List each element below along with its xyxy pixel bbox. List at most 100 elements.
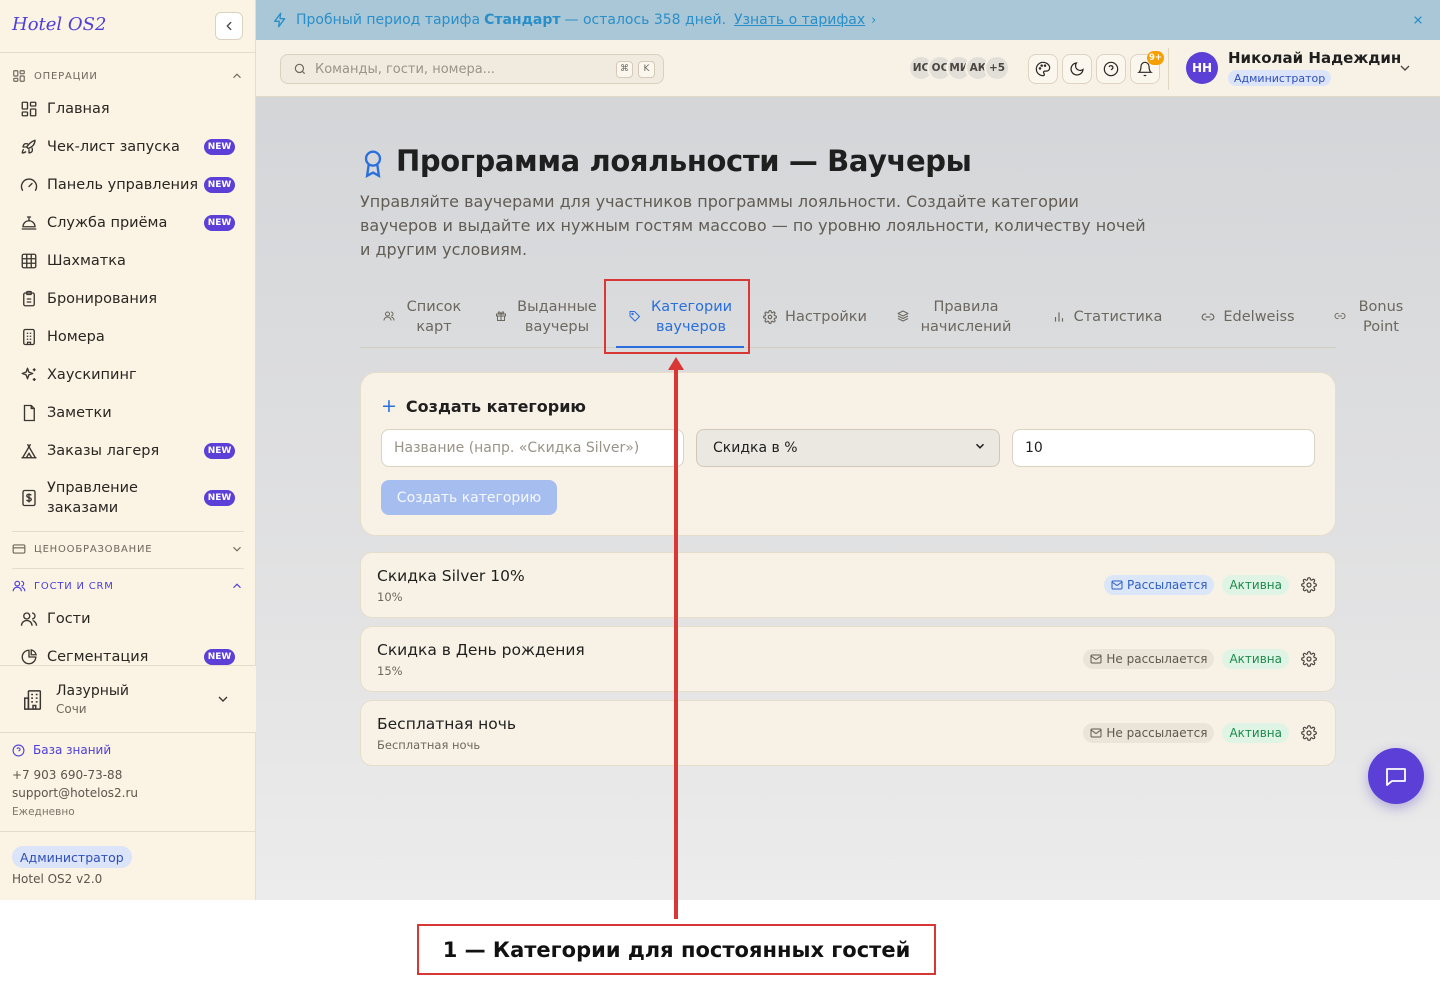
chevron-down-icon[interactable]: [1397, 60, 1413, 76]
sidebar-item-notes[interactable]: Заметки: [12, 403, 244, 423]
chat-button[interactable]: [1368, 748, 1424, 804]
gear-icon[interactable]: [1301, 725, 1317, 741]
sidebar-item-camp-orders[interactable]: Заказы лагеря NEW: [12, 441, 244, 461]
category-status-group: Не рассылается Активна: [1083, 649, 1317, 669]
user-avatar[interactable]: НН: [1186, 52, 1218, 84]
discount-type-select[interactable]: Скидка в %: [696, 429, 1000, 467]
tab-statistics[interactable]: Статистика: [1040, 286, 1174, 348]
create-category-card: + Создать категорию Скидка в % Создать к…: [360, 372, 1336, 536]
section-label: ГОСТИ И CRM: [34, 580, 114, 592]
section-operations[interactable]: ОПЕРАЦИИ: [12, 66, 244, 86]
status-badge: Активна: [1222, 575, 1289, 595]
brand-logo[interactable]: Hotel OS2: [12, 14, 106, 35]
chevron-down-icon: [973, 439, 987, 457]
more-users-count[interactable]: +5: [984, 55, 1010, 81]
category-row[interactable]: Скидка Silver 10% 10% Рассылается Активн…: [360, 552, 1336, 618]
status-badge: Активна: [1222, 723, 1289, 743]
dark-mode-button[interactable]: [1062, 54, 1092, 84]
banner-text: Пробный период тарифа: [296, 12, 481, 28]
category-status-group: Не рассылается Активна: [1083, 723, 1317, 743]
tab-label: Bonus Point: [1358, 299, 1404, 335]
credit-card-icon: [12, 542, 26, 556]
sidebar-item-label: Служба приёма: [47, 215, 168, 231]
category-row[interactable]: Бесплатная ночь Бесплатная ночь Не рассы…: [360, 700, 1336, 766]
tab-settings[interactable]: Настройки: [758, 286, 872, 348]
sidebar-item-label: Панель управления: [47, 177, 199, 193]
user-name[interactable]: Николай Надеждин: [1228, 49, 1401, 67]
tab-bonus-point[interactable]: Bonus Point: [1318, 286, 1422, 348]
tab-label: Список карт: [406, 299, 462, 335]
sidebar-item-housekeeping[interactable]: Хаускипинг: [12, 365, 244, 385]
role-badge: Администратор: [12, 846, 132, 868]
select-value: Скидка в %: [713, 440, 798, 456]
main-content: Пробный период тарифа Стандарт — осталос…: [256, 0, 1440, 900]
chevron-up-icon: [230, 69, 244, 83]
users-icon: [20, 610, 38, 628]
sidebar-item-launch-checklist[interactable]: Чек-лист запуска NEW: [12, 137, 244, 157]
category-name: Скидка в День рождения: [377, 641, 585, 659]
mailing-badge: Рассылается: [1103, 575, 1215, 595]
mailing-badge: Не рассылается: [1083, 723, 1215, 743]
lightning-icon: [272, 12, 288, 28]
category-row[interactable]: Скидка в День рождения 15% Не рассылаетс…: [360, 626, 1336, 692]
mail-icon: [1090, 727, 1102, 739]
close-banner-button[interactable]: [1410, 12, 1426, 28]
building-icon: [20, 328, 38, 346]
divider: [0, 52, 256, 53]
sidebar-item-chessboard[interactable]: Шахматка: [12, 251, 244, 271]
page-title: Программа лояльности — Ваучеры: [396, 144, 972, 178]
help-button[interactable]: [1096, 54, 1126, 84]
notifications-button[interactable]: 9+: [1130, 51, 1164, 84]
link-icon: [1201, 310, 1215, 324]
rocket-icon: [20, 138, 38, 156]
command-search[interactable]: Команды, гости, номера... ⌘ K: [280, 54, 664, 84]
knowledge-base-link[interactable]: База знаний: [12, 743, 111, 757]
sidebar-item-front-desk[interactable]: Служба приёма NEW: [12, 213, 244, 233]
section-pricing[interactable]: ЦЕНООБРАЗОВАНИЕ: [12, 539, 244, 559]
tab-card-list[interactable]: Список карт: [360, 286, 486, 348]
collapse-sidebar-button[interactable]: [215, 12, 243, 40]
section-guests-crm[interactable]: ГОСТИ И CRM: [12, 576, 244, 596]
search-input[interactable]: Команды, гости, номера...: [315, 62, 616, 77]
gear-icon[interactable]: [1301, 577, 1317, 593]
sidebar-item-label: Управление заказами: [47, 480, 138, 516]
sidebar-item-label: Заметки: [47, 405, 112, 421]
support-hours: Ежедневно: [12, 806, 75, 818]
category-value: Бесплатная ночь: [377, 738, 481, 752]
sidebar-item-order-management[interactable]: Управление заказами NEW: [12, 478, 244, 518]
discount-value-input[interactable]: [1012, 429, 1315, 467]
sidebar-item-segmentation[interactable]: Сегментация NEW: [12, 647, 244, 667]
sidebar-item-rooms[interactable]: Номера: [12, 327, 244, 347]
shortcut-key: K: [638, 60, 655, 78]
sidebar-item-control-panel[interactable]: Панель управления NEW: [12, 175, 244, 195]
tab-label: Edelweiss: [1223, 309, 1295, 325]
gear-icon[interactable]: [1301, 651, 1317, 667]
clipboard-icon: [20, 290, 38, 308]
sidebar-item-bookings[interactable]: Бронирования: [12, 289, 244, 309]
category-name-input[interactable]: [381, 429, 684, 467]
online-users[interactable]: ИС ОС МИ АК +5: [908, 55, 1010, 81]
support-phone[interactable]: +7 903 690-73-88: [12, 768, 122, 782]
mailing-status: Не рассылается: [1106, 652, 1208, 666]
help-circle-icon: [12, 744, 25, 757]
sidebar-item-home[interactable]: Главная: [12, 99, 244, 119]
tab-edelweiss[interactable]: Edelweiss: [1188, 286, 1308, 348]
mailing-status: Рассылается: [1126, 578, 1208, 592]
app-window: Hotel OS2 ОПЕРАЦИИ Главная Чек-лист запу…: [0, 0, 1440, 900]
create-category-button[interactable]: Создать категорию: [381, 480, 557, 515]
tab-issued-vouchers[interactable]: Выданные ваучеры: [486, 286, 606, 348]
sidebar: Hotel OS2 ОПЕРАЦИИ Главная Чек-лист запу…: [0, 0, 256, 900]
sparkles-icon: [20, 366, 38, 384]
tab-label: Выданные ваучеры: [517, 299, 597, 335]
gear-icon: [763, 310, 777, 324]
sidebar-item-guests[interactable]: Гости: [12, 609, 244, 629]
theme-palette-button[interactable]: [1028, 54, 1058, 84]
hotel-switcher[interactable]: Лазурный Сочи: [0, 665, 256, 733]
tab-accrual-rules[interactable]: Правила начислений: [890, 286, 1020, 348]
support-email[interactable]: support@hotelos2.ru: [12, 786, 138, 800]
pricing-link[interactable]: Узнать о тарифах: [734, 12, 865, 28]
category-status-group: Рассылается Активна: [1103, 575, 1317, 595]
category-name: Бесплатная ночь: [377, 715, 517, 733]
create-category-title: + Создать категорию: [381, 395, 586, 417]
user-role-badge: Администратор: [1228, 70, 1332, 86]
